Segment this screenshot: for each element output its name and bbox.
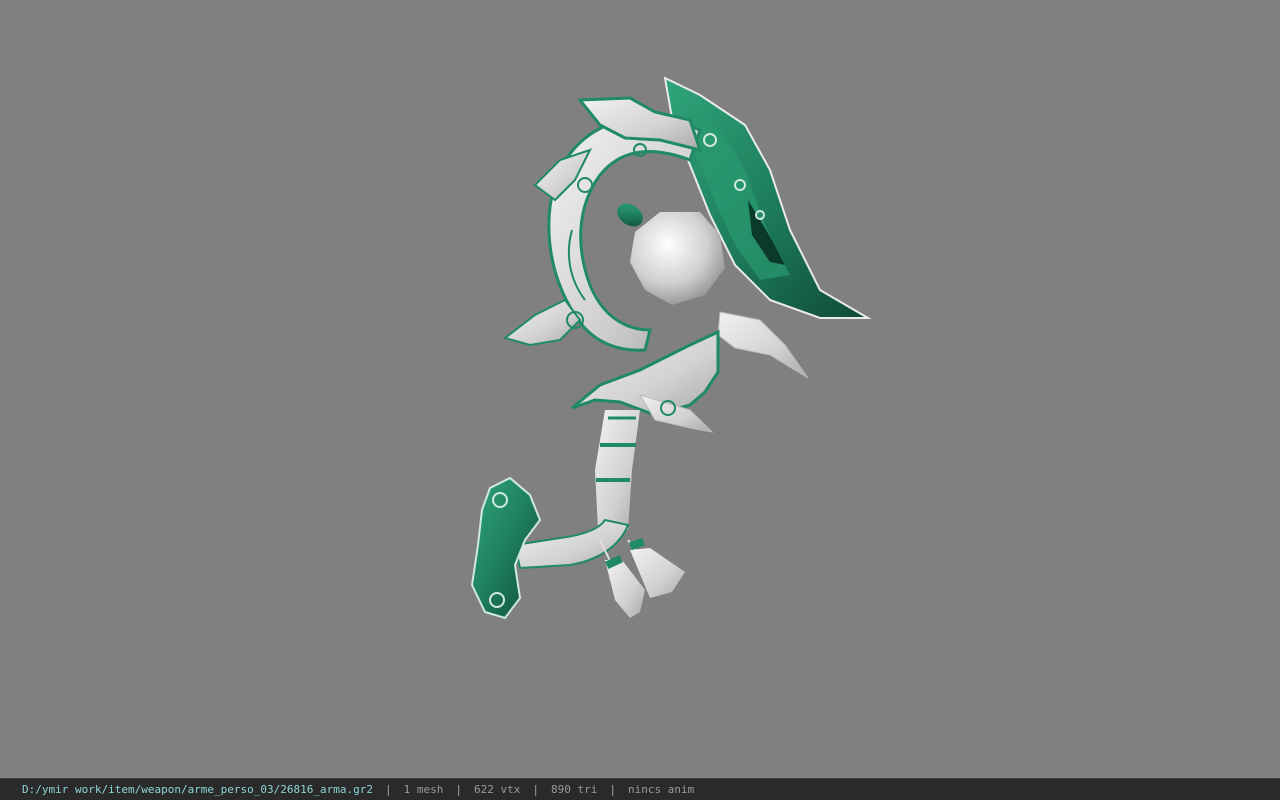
- animation-status-text: nincs anim: [627, 783, 695, 796]
- file-path-text: D:/ymir work/item/weapon/arme_perso_03/2…: [22, 783, 373, 796]
- model-handle: [595, 410, 640, 530]
- status-separator: |: [609, 783, 616, 796]
- triangle-count-text: 890 tri: [550, 783, 598, 796]
- model-tassels: [599, 537, 685, 618]
- model-spike-right: [717, 311, 809, 379]
- mesh-count-text: 1 mesh: [403, 783, 444, 796]
- status-bar: D:/ymir work/item/weapon/arme_perso_03/2…: [0, 778, 1280, 800]
- status-separator: |: [385, 783, 392, 796]
- status-separator: |: [532, 783, 539, 796]
- 3d-viewport[interactable]: [0, 0, 1280, 778]
- status-separator: |: [455, 783, 462, 796]
- vertex-count-text: 622 vtx: [474, 783, 521, 796]
- model-joint-top: [617, 203, 643, 227]
- model-orb: [630, 212, 725, 305]
- weapon-model-render[interactable]: [0, 0, 1280, 778]
